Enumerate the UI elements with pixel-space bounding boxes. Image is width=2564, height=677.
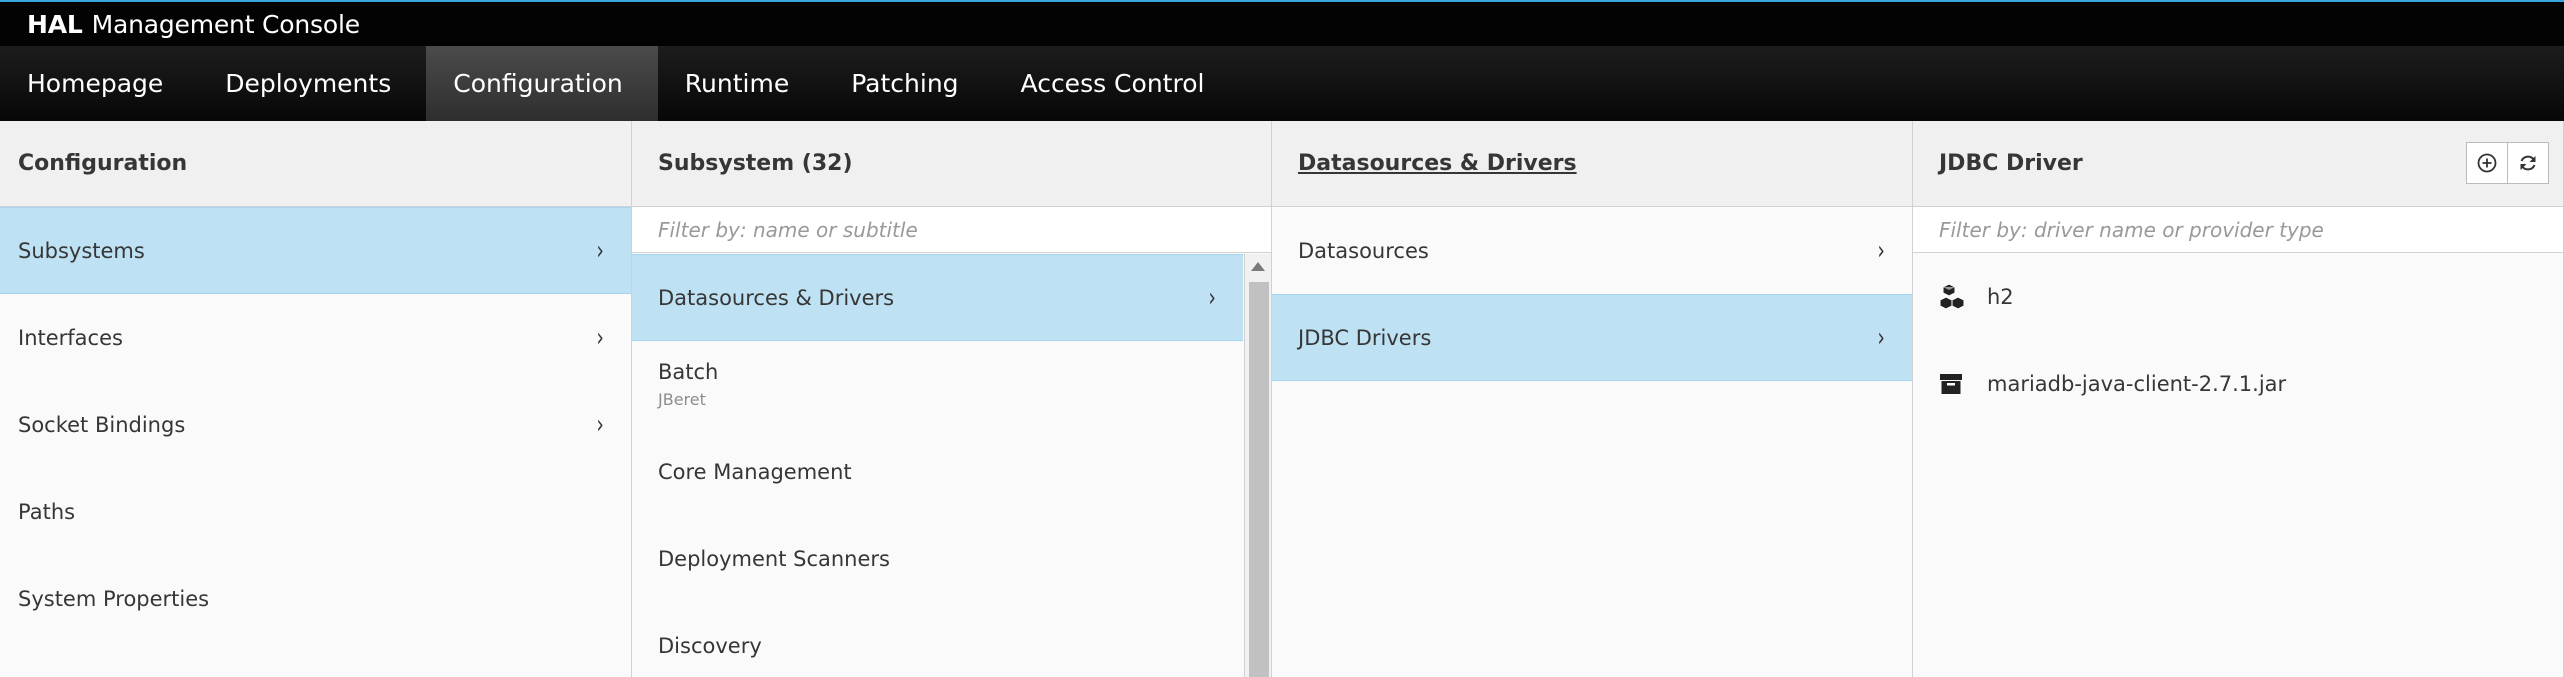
- chevron-right-icon: ›: [596, 409, 604, 440]
- configuration-column: Configuration Subsystems › Interfaces › …: [0, 121, 632, 677]
- jdbc-driver-column-header: JDBC Driver: [1913, 121, 2563, 207]
- subsystem-list: Datasources & Drivers › Batch JBeret Cor…: [632, 254, 1243, 677]
- nav-homepage[interactable]: Homepage: [0, 46, 198, 121]
- scroll-up-arrow-icon[interactable]: [1251, 262, 1265, 271]
- subsystem-item-batch[interactable]: Batch JBeret: [632, 341, 1243, 428]
- config-item-system-properties[interactable]: System Properties: [0, 555, 631, 642]
- nav-patching[interactable]: Patching: [824, 46, 993, 121]
- subsystem-scrollbar[interactable]: [1244, 254, 1271, 677]
- plus-circle-icon: [2477, 153, 2497, 173]
- subsystem-item-core-management[interactable]: Core Management: [632, 428, 1243, 515]
- jdbc-driver-column: JDBC Driver Filter by: driver name or pr…: [1913, 121, 2564, 677]
- nav-configuration[interactable]: Configuration: [426, 46, 658, 121]
- refresh-icon: [2520, 155, 2536, 171]
- subsystem-item-label: Discovery: [658, 633, 762, 658]
- cubes-icon: [1939, 282, 1973, 312]
- config-item-interfaces[interactable]: Interfaces ›: [0, 294, 631, 381]
- configuration-column-title: Configuration: [18, 151, 188, 176]
- datasources-column: Datasources & Drivers Datasources › JDBC…: [1272, 121, 1913, 677]
- subsystem-item-datasources-drivers[interactable]: Datasources & Drivers ›: [632, 254, 1243, 341]
- subsystem-column-header: Subsystem (32): [632, 121, 1271, 207]
- subsystem-item-subtitle: JBeret: [658, 390, 706, 409]
- chevron-right-icon: ›: [1877, 235, 1885, 266]
- brand-light: Management Console: [91, 9, 360, 39]
- jdbc-item-label: mariadb-java-client-2.7.1.jar: [1987, 371, 2287, 396]
- jdbc-driver-column-title: JDBC Driver: [1939, 151, 2083, 176]
- subsystem-item-label: Batch: [658, 360, 719, 384]
- jdbc-filter: [1913, 207, 2563, 253]
- datasources-column-title-link[interactable]: Datasources & Drivers: [1298, 151, 1577, 176]
- config-item-subsystems[interactable]: Subsystems ›: [0, 207, 631, 294]
- nav-deployments[interactable]: Deployments: [198, 46, 426, 121]
- refresh-button[interactable]: [2507, 142, 2549, 184]
- config-item-label: Socket Bindings: [18, 412, 186, 437]
- datasources-item-jdbc-drivers[interactable]: JDBC Drivers ›: [1272, 294, 1912, 381]
- jdbc-item-mariadb[interactable]: mariadb-java-client-2.7.1.jar: [1913, 340, 2563, 427]
- datasources-item-datasources[interactable]: Datasources ›: [1272, 207, 1912, 294]
- jdbc-header-actions: [2466, 142, 2549, 184]
- jdbc-item-label: h2: [1987, 284, 2014, 309]
- chevron-right-icon: ›: [596, 235, 604, 266]
- masthead: HAL Management Console: [0, 0, 2564, 46]
- subsystem-item-discovery[interactable]: Discovery: [632, 602, 1243, 677]
- config-item-label: System Properties: [18, 586, 210, 611]
- subsystem-item-deployment-scanners[interactable]: Deployment Scanners: [632, 515, 1243, 602]
- nav-runtime[interactable]: Runtime: [658, 46, 824, 121]
- brand-logo[interactable]: HAL Management Console: [27, 10, 360, 39]
- jdbc-filter-input[interactable]: [1939, 217, 2563, 242]
- subsystem-column: Subsystem (32) Datasources & Drivers › B…: [632, 121, 1272, 677]
- subsystem-filter: [632, 207, 1271, 253]
- scroll-thumb[interactable]: [1249, 282, 1269, 677]
- config-item-paths[interactable]: Paths: [0, 468, 631, 555]
- brand-strong: HAL: [27, 9, 83, 39]
- subsystem-column-title: Subsystem (32): [658, 151, 853, 176]
- add-driver-button[interactable]: [2466, 142, 2508, 184]
- config-item-label: Paths: [18, 499, 76, 524]
- datasources-item-label: JDBC Drivers: [1298, 325, 1432, 350]
- subsystem-filter-input[interactable]: [658, 217, 1271, 242]
- nav-access-control[interactable]: Access Control: [994, 46, 1240, 121]
- archive-icon: [1939, 369, 1973, 399]
- subsystem-item-label: Core Management: [658, 459, 852, 484]
- subsystem-item-label: Datasources & Drivers: [658, 285, 895, 310]
- datasources-item-label: Datasources: [1298, 238, 1429, 263]
- config-item-label: Subsystems: [18, 238, 145, 263]
- jdbc-item-h2[interactable]: h2: [1913, 253, 2563, 340]
- chevron-right-icon: ›: [1208, 282, 1216, 313]
- configuration-column-header: Configuration: [0, 121, 631, 207]
- chevron-right-icon: ›: [1877, 322, 1885, 353]
- datasources-column-header: Datasources & Drivers: [1272, 121, 1912, 207]
- subsystem-item-label: Deployment Scanners: [658, 546, 890, 571]
- main-nav: Homepage Deployments Configuration Runti…: [0, 46, 2564, 121]
- config-item-socket-bindings[interactable]: Socket Bindings ›: [0, 381, 631, 468]
- chevron-right-icon: ›: [596, 322, 604, 353]
- config-item-label: Interfaces: [18, 325, 123, 350]
